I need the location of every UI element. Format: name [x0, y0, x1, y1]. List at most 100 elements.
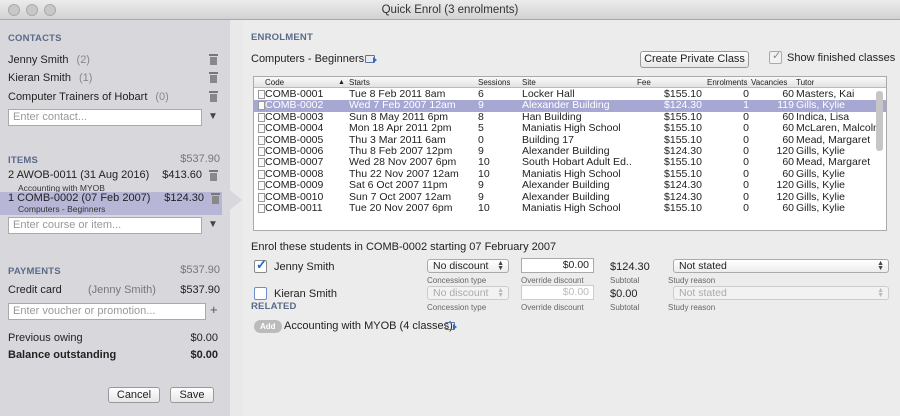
- cell-fee: $155.10: [664, 111, 702, 123]
- contact-search-input[interactable]: Enter contact...: [8, 109, 202, 126]
- cell-tutor: Gills, Kylie: [796, 100, 846, 112]
- cell-site: Maniatis High School: [522, 168, 621, 180]
- column-header-site[interactable]: Site: [522, 77, 536, 88]
- override-discount-input[interactable]: $0.00: [521, 285, 594, 300]
- column-header-code[interactable]: Code: [265, 77, 284, 88]
- row-checkbox[interactable]: [258, 101, 265, 111]
- cell-site: Maniatis High School: [522, 123, 621, 135]
- cell-enrolments: 0: [743, 180, 749, 192]
- cell-sessions: 10: [478, 203, 490, 214]
- table-row[interactable]: COMB-0005 Thu 3 Mar 2011 6am 0 Building 17 $…: [254, 135, 886, 146]
- student-name: Jenny Smith: [274, 261, 335, 273]
- column-header-vacancies[interactable]: Vacancies: [751, 77, 787, 88]
- column-header-fee[interactable]: Fee: [637, 77, 651, 88]
- create-private-class-button[interactable]: Create Private Class: [640, 51, 749, 68]
- contact-item[interactable]: Computer Trainers of Hobart (0): [8, 89, 220, 105]
- main-panel: ENROLMENT Computers - Beginners Create P…: [243, 20, 900, 416]
- concession-select[interactable]: No discount ▲ ▼: [427, 259, 509, 273]
- cell-tutor: Mead, Margaret: [796, 157, 871, 169]
- sort-ascending-icon: ▲: [338, 79, 345, 86]
- payment-row[interactable]: Credit card (Jenny Smith) $537.90: [8, 282, 220, 298]
- class-table[interactable]: Code ▲ Starts Sessions Site Fee Enrolmen…: [253, 76, 887, 231]
- previous-owing-row: Previous owing $0.00: [8, 330, 220, 346]
- payments-heading: PAYMENTS: [8, 266, 61, 277]
- related-item: Accounting with MYOB (4 classes): [284, 320, 453, 332]
- row-checkbox[interactable]: [258, 181, 265, 191]
- cell-enrolments: 0: [743, 123, 749, 135]
- cell-vacancies: 60: [782, 111, 794, 123]
- contact-item[interactable]: Jenny Smith (2): [8, 52, 220, 68]
- table-row[interactable]: COMB-0008 Thu 22 Nov 2007 12am 10 Maniatis …: [254, 169, 886, 180]
- column-header-starts[interactable]: Starts: [349, 77, 370, 88]
- study-reason-select[interactable]: Not stated ▲ ▼: [673, 286, 889, 300]
- table-header: Code ▲ Starts Sessions Site Fee Enrolmen…: [254, 77, 886, 88]
- cell-site: South Hobart Adult Ed...: [522, 157, 632, 169]
- table-row[interactable]: COMB-0009 Sat 6 Oct 2007 11pm 9 Alexander B…: [254, 180, 886, 191]
- minimize-window-icon[interactable]: [26, 4, 38, 16]
- cell-fee: $124.30: [664, 100, 702, 112]
- previous-owing-label: Previous owing: [8, 332, 83, 344]
- cell-tutor: Indica, Lisa: [796, 111, 850, 123]
- row-checkbox[interactable]: [258, 135, 265, 145]
- row-checkbox[interactable]: [258, 169, 265, 179]
- table-row[interactable]: COMB-0004 Mon 18 Apr 2011 2pm 5 Maniatis Hi…: [254, 123, 886, 134]
- cell-enrolments: 0: [743, 146, 749, 157]
- trash-icon[interactable]: [209, 54, 218, 65]
- updown-icon: ▲ ▼: [497, 260, 504, 272]
- row-checkbox[interactable]: [258, 158, 265, 168]
- row-checkbox[interactable]: [258, 192, 265, 202]
- item-row[interactable]: 2 AWOB-0011 (31 Aug 2016) Accounting wit…: [8, 169, 220, 193]
- table-row[interactable]: COMB-0007 Wed 28 Nov 2007 6pm 10 South Hoba…: [254, 157, 886, 168]
- student-checkbox[interactable]: [254, 287, 267, 300]
- row-checkbox[interactable]: [258, 124, 265, 134]
- cell-sessions: 9: [478, 191, 484, 203]
- table-row[interactable]: COMB-0006 Thu 8 Feb 2007 12pm 9 Alexander B…: [254, 146, 886, 157]
- row-checkbox[interactable]: [258, 112, 265, 122]
- table-row[interactable]: COMB-0003 Sun 8 May 2011 6pm 8 Han Building…: [254, 112, 886, 123]
- cell-site: Locker Hall: [522, 89, 575, 100]
- cancel-button[interactable]: Cancel: [108, 387, 160, 403]
- study-reason-select[interactable]: Not stated ▲ ▼: [673, 259, 889, 273]
- show-finished-checkbox[interactable]: ✓: [769, 50, 782, 64]
- column-header-enrolments[interactable]: Enrolments: [707, 77, 747, 88]
- trash-icon[interactable]: [211, 193, 220, 204]
- add-voucher-button[interactable]: +: [210, 302, 218, 317]
- chevron-down-icon[interactable]: ▼: [208, 111, 218, 122]
- cell-site: Alexander Building: [522, 100, 610, 112]
- subtotal-caption: Subtotal: [610, 303, 640, 312]
- voucher-input[interactable]: Enter voucher or promotion...: [8, 303, 206, 320]
- trash-icon[interactable]: [209, 91, 218, 102]
- enrol-caption: Enrol these students in COMB-0002 starti…: [251, 241, 557, 253]
- contact-count: (0): [155, 91, 169, 103]
- go-to-related-icon[interactable]: [445, 322, 457, 330]
- row-checkbox[interactable]: [258, 90, 265, 99]
- concession-select[interactable]: No discount ▲ ▼: [427, 286, 509, 300]
- save-button[interactable]: Save: [170, 387, 214, 403]
- item-row-selected[interactable]: 1 COMB-0002 (07 Feb 2007) Computers - Be…: [0, 192, 222, 215]
- study-reason-caption: Study reason: [668, 303, 716, 312]
- close-window-icon[interactable]: [8, 4, 20, 16]
- trash-icon[interactable]: [209, 170, 218, 181]
- add-related-button[interactable]: Add: [254, 320, 282, 333]
- cell-code: COMB-0003: [265, 111, 324, 123]
- student-checkbox[interactable]: ✓: [254, 257, 267, 273]
- zoom-window-icon[interactable]: [44, 4, 56, 16]
- table-row-selected[interactable]: COMB-0002 Wed 7 Feb 2007 12am 9 Alexander B…: [254, 100, 886, 112]
- column-header-sessions[interactable]: Sessions: [478, 77, 510, 88]
- go-to-course-icon[interactable]: [365, 55, 377, 63]
- contact-item[interactable]: Kieran Smith (1): [8, 70, 220, 86]
- row-checkbox[interactable]: [258, 204, 265, 213]
- cell-starts: Wed 28 Nov 2007 6pm: [349, 157, 457, 169]
- column-header-tutor[interactable]: Tutor: [796, 77, 814, 88]
- trash-icon[interactable]: [209, 72, 218, 83]
- cell-code: COMB-0002: [265, 100, 324, 112]
- table-row[interactable]: COMB-0011 Tue 20 Nov 2007 6pm 10 Maniatis H…: [254, 203, 886, 214]
- course-search-input[interactable]: Enter course or item...: [8, 217, 202, 234]
- table-row[interactable]: COMB-0001 Tue 8 Feb 2011 8am 6 Locker Hall $…: [254, 89, 886, 100]
- table-scrollbar[interactable]: [876, 91, 883, 151]
- contact-name: Kieran Smith: [8, 72, 71, 84]
- chevron-down-icon[interactable]: ▼: [208, 219, 218, 230]
- row-checkbox[interactable]: [258, 147, 265, 156]
- table-row[interactable]: COMB-0010 Sun 7 Oct 2007 12am 9 Alexander B…: [254, 192, 886, 203]
- override-discount-input[interactable]: $0.00: [521, 258, 594, 273]
